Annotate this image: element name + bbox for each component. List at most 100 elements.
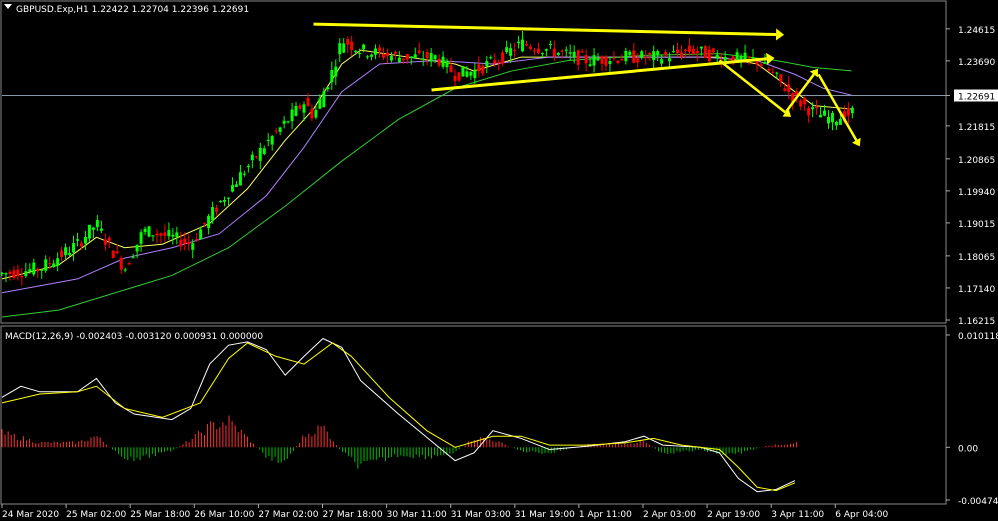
- candle-body: [338, 43, 342, 55]
- time-tick-label: 1 Apr 11:00: [579, 510, 632, 520]
- candle-body: [465, 71, 469, 77]
- candle-body: [401, 58, 405, 61]
- candle-body: [723, 56, 727, 61]
- price-tick-label: 1.23690: [958, 58, 995, 68]
- candle-body: [79, 243, 83, 247]
- candle-body: [270, 136, 274, 145]
- candle-body: [135, 244, 139, 252]
- candle-body: [8, 271, 12, 274]
- time-tick-label: 6 Apr 04:00: [835, 510, 888, 520]
- candle-body: [207, 215, 211, 229]
- candle-body: [775, 72, 779, 74]
- candle-body: [811, 107, 815, 110]
- candle-body: [246, 165, 250, 168]
- candle-body: [298, 105, 302, 109]
- candle-body: [167, 230, 171, 237]
- current-price-label: 1.22691: [958, 93, 995, 103]
- candle-body: [250, 154, 254, 161]
- candle-body: [179, 240, 183, 247]
- candle-body: [389, 55, 393, 61]
- macd-tick-label: 0.00: [958, 444, 978, 454]
- candle-body: [695, 50, 699, 53]
- candle-body: [12, 270, 16, 278]
- candle-body: [572, 51, 576, 58]
- candle-body: [119, 257, 123, 270]
- candle-body: [596, 59, 600, 61]
- candle-body: [0, 272, 4, 274]
- candle-body: [393, 51, 397, 54]
- candle-body: [322, 91, 326, 108]
- candle-body: [509, 48, 513, 56]
- candle-body: [203, 223, 207, 225]
- candle-body: [505, 47, 509, 53]
- candle-body: [330, 69, 334, 83]
- candle-body: [437, 58, 441, 66]
- time-tick-label: 24 Mar 2020: [2, 510, 59, 520]
- trading-chart[interactable]: GBPUSD.Exp,H1 1.22422 1.22704 1.22396 1.…: [0, 0, 998, 521]
- price-tick-label: 1.20865: [958, 156, 995, 166]
- candle-body: [262, 148, 266, 154]
- candle-body: [36, 268, 40, 272]
- candle-body: [493, 60, 497, 64]
- candle-body: [548, 44, 552, 46]
- candle-body: [242, 173, 246, 175]
- candle-body: [600, 56, 604, 64]
- candle-body: [715, 54, 719, 59]
- candle-body: [433, 55, 437, 60]
- candle-body: [175, 232, 179, 238]
- candle-body: [413, 54, 417, 59]
- candle-body: [644, 56, 648, 59]
- candle-body: [159, 233, 163, 236]
- candle-body: [52, 263, 56, 268]
- candle-body: [151, 235, 155, 237]
- price-tick-label: 1.19940: [958, 188, 995, 198]
- candle-body: [660, 59, 664, 64]
- price-tick-label: 1.24615: [958, 26, 995, 36]
- candle-body: [485, 61, 489, 67]
- candle-body: [215, 207, 219, 212]
- time-tick-label: 31 Mar 03:00: [451, 510, 511, 520]
- candle-body: [691, 48, 695, 55]
- symbol-header: GBPUSD.Exp,H1 1.22422 1.22704 1.22396 1.…: [16, 5, 249, 15]
- candle-body: [707, 49, 711, 62]
- candle-body: [282, 120, 286, 124]
- candle-body: [32, 262, 36, 275]
- candle-body: [183, 238, 187, 244]
- candle-body: [612, 57, 616, 59]
- time-tick-label: 27 Mar 18:00: [323, 510, 383, 520]
- candle-body: [99, 228, 103, 231]
- candle-body: [497, 62, 501, 64]
- candle-body: [850, 107, 854, 114]
- candle-body: [620, 59, 624, 61]
- price-tick-label: 1.21815: [958, 123, 995, 133]
- time-tick-label: 31 Mar 19:00: [515, 510, 575, 520]
- time-tick-label: 27 Mar 02:00: [258, 510, 318, 520]
- candle-body: [576, 50, 580, 65]
- candle-body: [385, 52, 389, 56]
- candle-body: [827, 116, 831, 124]
- candle-body: [421, 58, 425, 60]
- price-tick-label: 1.19015: [958, 220, 995, 230]
- candle-body: [799, 100, 803, 107]
- candle-body: [517, 41, 521, 44]
- macd-tick-label: -0.004747: [958, 497, 998, 507]
- candle-body: [425, 51, 429, 59]
- candle-body: [815, 106, 819, 109]
- candle-body: [60, 250, 64, 257]
- candle-body: [103, 239, 107, 245]
- candle-body: [489, 57, 493, 59]
- candle-body: [803, 97, 807, 105]
- candle-body: [374, 48, 378, 55]
- time-tick-label: 25 Mar 18:00: [130, 510, 190, 520]
- candle-body: [584, 55, 588, 64]
- candle-body: [592, 55, 596, 66]
- candle-body: [672, 51, 676, 53]
- candle-body: [834, 121, 838, 126]
- candle-body: [377, 47, 381, 52]
- candle-body: [405, 53, 409, 60]
- candle-body: [366, 56, 370, 58]
- candle-body: [417, 50, 421, 53]
- candle-body: [783, 88, 787, 91]
- candle-body: [4, 273, 8, 275]
- candle-body: [457, 72, 461, 81]
